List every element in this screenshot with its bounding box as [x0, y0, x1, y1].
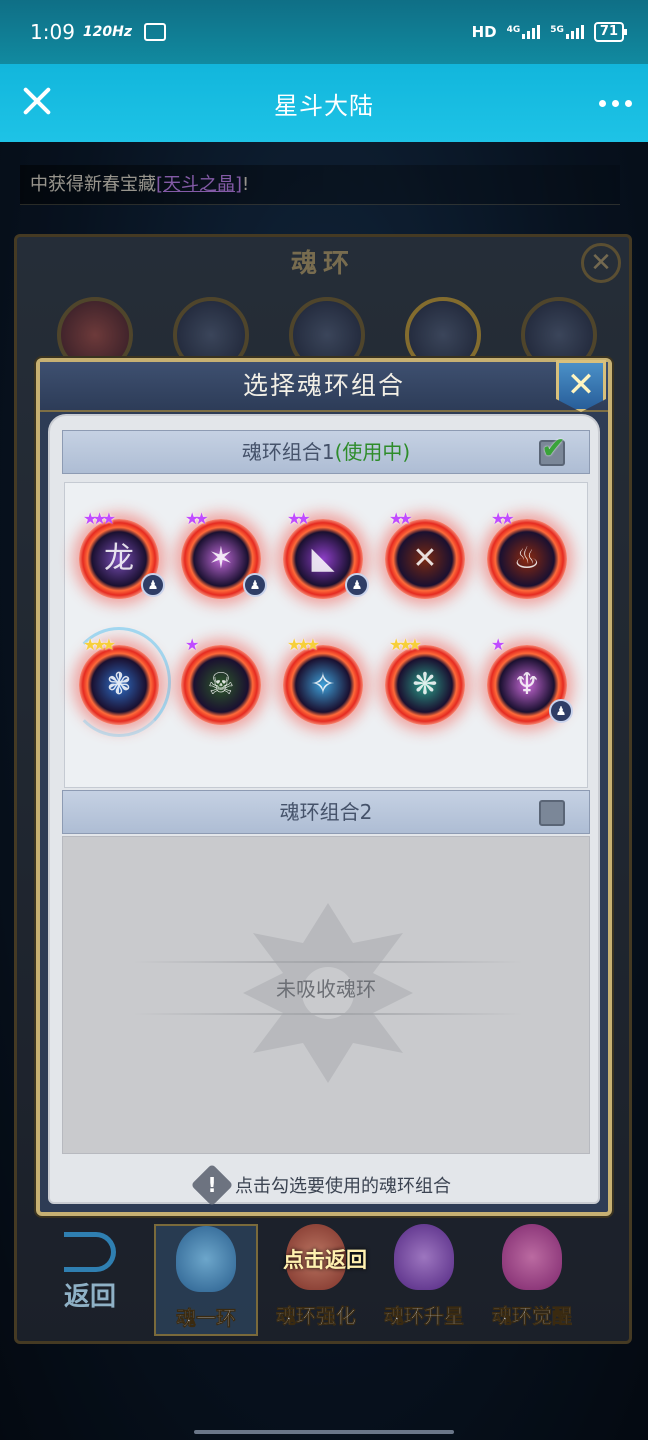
warning-icon: ! — [190, 1163, 234, 1207]
soul-ring-grid: 龙 ★★★ ♟ ✶ ★★ ♟ ◣ ★★ ♟ ✕ ★★ ♨ ★★ ❃ ★★★ ☠ ★ ✧ ★★★ ❋ ★★★ ♆ ★ ♟ — [67, 511, 573, 737]
star-rating: ★★★ — [287, 635, 320, 654]
soul-ring-slot[interactable]: ♨ ★★ — [487, 511, 567, 599]
star-rating: ★★★ — [83, 635, 116, 654]
home-indicator — [194, 1430, 454, 1434]
soul-ring-slot[interactable]: ❃ ★★★ — [67, 627, 171, 737]
star-rating: ★★★ — [389, 635, 422, 654]
star-rating: ★★ — [491, 509, 515, 528]
bottom-navigation: 返回 魂一环 魂环强化 魂环升星 魂环觉醒 — [26, 1214, 626, 1342]
message-icon — [144, 23, 167, 41]
star-rating: ★ — [185, 635, 200, 654]
status-time: 1:09 — [30, 20, 75, 44]
dialog-title: 选择魂环组合 — [242, 371, 405, 400]
divider — [133, 961, 523, 963]
combo-1-label: 魂环组合1 — [241, 440, 335, 464]
label-4g: 4G — [506, 25, 521, 35]
spirit-badge-icon: ♟ — [243, 573, 267, 597]
more-dots-icon[interactable] — [599, 100, 632, 107]
back-button[interactable]: 返回 — [40, 1228, 140, 1328]
tab-label: 魂环强化 — [276, 1304, 357, 1329]
soul-beast-icon: ♨ — [513, 541, 541, 576]
select-soul-ring-combo-dialog: 选择魂环组合 ✕ 魂环组合1(使用中) 龙★★★♟✶★★♟◣★★♟✕★★♨★★❃… — [36, 358, 612, 1216]
awaken-gem-icon — [502, 1224, 562, 1290]
dialog-hint: ! 点击勾选要使用的魂环组合 — [50, 1163, 598, 1207]
in-use-status: (使用中) — [334, 440, 411, 464]
page-title: 星斗大陆 — [274, 91, 374, 120]
spirit-badge-icon: ♟ — [549, 699, 573, 723]
signal-4g-icon: 4G — [507, 25, 541, 39]
soul-ring-slot[interactable]: ◣ ★★ ♟ — [283, 511, 369, 599]
combo-2-checkbox[interactable] — [539, 800, 565, 826]
empty-state-text: 未吸收魂环 — [276, 977, 376, 1001]
soul-ring-slot[interactable]: ✕ ★★ — [385, 511, 465, 599]
label-5g: 5G — [550, 25, 564, 35]
combo-1-header[interactable]: 魂环组合1(使用中) — [62, 430, 590, 474]
tap-to-return-prompt[interactable]: 点击返回 — [230, 1244, 420, 1274]
close-icon[interactable] — [22, 86, 52, 116]
combo-2-empty-panel: 未吸收魂环 — [62, 836, 590, 1154]
combo-1-ring-panel: 龙 ★★★ ♟ ✶ ★★ ♟ ◣ ★★ ♟ ✕ ★★ ♨ ★★ ❃ ★★★ ☠ ★ ✧ ★★★ ❋ ★★★ ♆ ★ ♟ — [64, 482, 588, 788]
star-rating: ★★ — [287, 509, 311, 528]
soul-beast-icon: ✧ — [310, 667, 336, 702]
soul-beast-icon: ☠ — [207, 667, 235, 702]
soul-ring-slot[interactable]: ✧ ★★★ — [283, 637, 363, 725]
back-button-label: 返回 — [63, 1282, 116, 1312]
soul-beast-icon: ❃ — [106, 667, 132, 702]
hint-text: 点击勾选要使用的魂环组合 — [235, 1176, 451, 1197]
soul-beast-icon: ✕ — [412, 541, 438, 576]
status-bar: 1:09 120Hz HD 4G 5G 71 — [0, 0, 648, 64]
soul-ring-slot[interactable]: 龙 ★★★ ♟ — [79, 511, 165, 599]
tab-label: 魂一环 — [176, 1306, 237, 1331]
combo-2-label: 魂环组合2 — [279, 800, 373, 824]
soul-ring-slot[interactable]: ❋ ★★★ — [385, 637, 465, 725]
hd-label: HD — [471, 23, 497, 41]
star-rating: ★★ — [185, 509, 209, 528]
combo-2-header[interactable]: 魂环组合2 — [62, 790, 590, 834]
status-indicators: HD 4G 5G 71 — [471, 22, 628, 42]
soul-beast-icon: ❋ — [412, 667, 438, 702]
spirit-badge-icon: ♟ — [345, 573, 369, 597]
dialog-header: 选择魂环组合 — [40, 362, 608, 412]
app-title-bar: 星斗大陆 — [0, 64, 648, 142]
tab-enhance[interactable]: 魂环强化 — [264, 1224, 368, 1336]
tab-label: 魂环觉醒 — [492, 1304, 573, 1329]
soul-ring-slot[interactable]: ✶ ★★ ♟ — [181, 511, 267, 599]
back-arrow-icon — [64, 1232, 116, 1272]
refresh-rate-label: 120Hz — [82, 24, 133, 40]
star-rating: ★★ — [389, 509, 413, 528]
combo-1-checkbox[interactable] — [539, 430, 566, 470]
divider — [133, 1013, 523, 1015]
star-rating: ★★★ — [83, 509, 116, 528]
tab-label: 魂环升星 — [384, 1304, 465, 1329]
battery-icon: 71 — [593, 22, 628, 42]
dialog-body: 魂环组合1(使用中) 龙★★★♟✶★★♟◣★★♟✕★★♨★★❃★★★☠★✧★★★… — [48, 414, 600, 1207]
soul-ring-slot[interactable]: ♆ ★ ♟ — [487, 637, 573, 725]
tab-awaken[interactable]: 魂环觉醒 — [480, 1224, 584, 1336]
tab-star-up[interactable]: 魂环升星 — [372, 1224, 476, 1336]
soul-ring-slot[interactable]: ☠ ★ — [181, 637, 261, 725]
signal-5g-icon: 5G — [550, 25, 584, 39]
tab-soul-ring[interactable]: 魂一环 — [154, 1224, 258, 1336]
star-rating: ★ — [491, 635, 506, 654]
soul-gem-icon — [176, 1226, 236, 1292]
spirit-badge-icon: ♟ — [141, 573, 165, 597]
